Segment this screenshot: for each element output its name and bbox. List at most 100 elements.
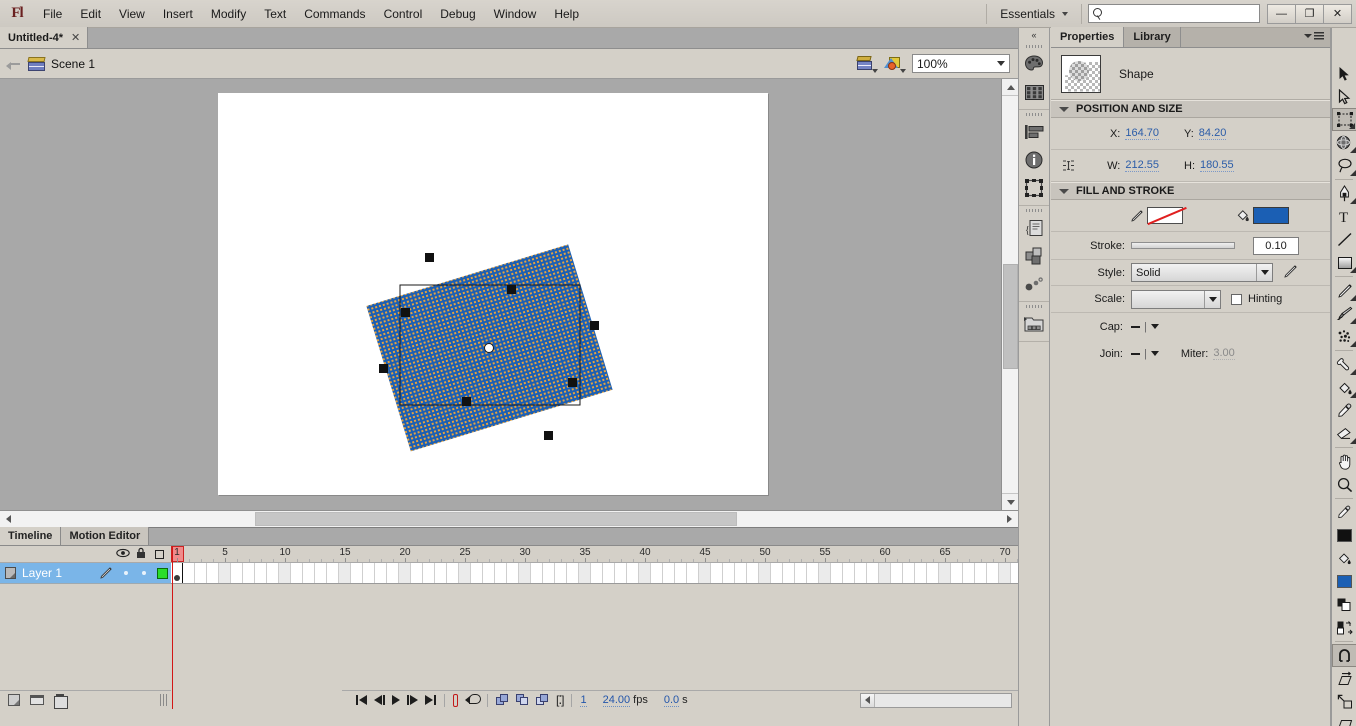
x-value[interactable]: 164.70 [1125,127,1159,140]
stroke-color-swatch[interactable] [1147,207,1183,224]
edit-symbols-icon[interactable] [884,55,906,73]
scroll-left-button[interactable] [0,511,17,527]
y-value[interactable]: 84.20 [1199,127,1227,140]
frame-cell[interactable] [543,563,555,584]
layer-outline-swatch[interactable] [153,568,171,579]
menu-view[interactable]: View [110,3,154,25]
frame-cell[interactable] [915,563,927,584]
stage-canvas[interactable] [218,93,768,495]
frame-cell[interactable] [795,563,807,584]
frame-cell[interactable] [399,563,411,584]
center-frame-icon[interactable] [453,694,458,707]
frame-cell[interactable] [459,563,471,584]
frame-cell[interactable] [699,563,711,584]
frame-cell[interactable] [471,563,483,584]
w-value[interactable]: 212.55 [1125,159,1159,172]
frames-empty-area[interactable] [171,585,1018,690]
hand-tool[interactable] [1332,450,1356,473]
scroll-right-button[interactable] [1001,511,1018,527]
free-transform-tool[interactable] [1332,108,1356,131]
stage-vertical-scrollbar[interactable] [1001,79,1018,510]
menu-file[interactable]: File [34,3,71,25]
snap-to-objects-option[interactable] [1332,644,1356,667]
brush-tool[interactable] [1332,302,1356,325]
frames-grid[interactable] [171,563,1018,584]
frame-cell[interactable] [963,563,975,584]
frame-cell[interactable] [951,563,963,584]
3d-rotation-tool[interactable] [1332,131,1356,154]
frame-cell[interactable] [627,563,639,584]
frame-cell[interactable] [615,563,627,584]
frame-cell[interactable] [999,563,1011,584]
frame-cell[interactable] [879,563,891,584]
stage-area[interactable] [0,79,1018,527]
restore-button[interactable]: ❐ [1295,4,1324,24]
vertical-scroll-thumb[interactable] [1003,264,1018,369]
frame-cell[interactable] [519,563,531,584]
frame-cell[interactable] [651,563,663,584]
distort-option[interactable] [1332,713,1356,726]
menu-help[interactable]: Help [545,3,588,25]
swap-colors-button[interactable] [1332,616,1356,639]
play-button[interactable] [392,695,400,705]
frame-cell[interactable] [435,563,447,584]
bone-tool[interactable] [1332,353,1356,376]
zoom-level-select[interactable]: 100% [912,54,1010,73]
color-palette-icon[interactable] [1019,50,1049,78]
loop-playback-icon[interactable] [465,694,479,706]
menu-control[interactable]: Control [375,3,432,25]
workspace-switcher[interactable]: Essentials [993,4,1075,24]
frame-cell[interactable] [579,563,591,584]
section-position-and-size[interactable]: POSITION AND SIZE [1051,100,1330,118]
frame-cell[interactable] [747,563,759,584]
scroll-up-button[interactable] [1002,79,1018,96]
dock-grip-icon[interactable] [1019,42,1049,50]
document-tab-untitled-4[interactable]: Untitled-4* ✕ [0,27,88,48]
cap-dropdown-icon[interactable] [1151,324,1159,329]
frame-cell[interactable] [279,563,291,584]
horizontal-scroll-thumb[interactable] [255,512,737,526]
frame-cell[interactable] [531,563,543,584]
menu-insert[interactable]: Insert [154,3,202,25]
hinting-checkbox[interactable] [1231,294,1242,305]
frame-cell[interactable] [759,563,771,584]
pen-tool[interactable] [1332,182,1356,205]
eye-icon[interactable] [114,548,132,561]
frame-cell[interactable] [903,563,915,584]
menu-debug[interactable]: Debug [431,3,484,25]
stroke-width-input[interactable]: 0.10 [1253,237,1299,255]
layer-visibility-toggle[interactable] [117,571,135,575]
panel-resize-grip[interactable] [160,694,167,706]
timeline-scroll-left-button[interactable] [861,694,875,707]
edit-stroke-style-icon[interactable] [1283,264,1298,282]
dock-grip-icon-2[interactable] [1019,110,1049,118]
frame-cell[interactable] [927,563,939,584]
frame-cell[interactable] [483,563,495,584]
frame-cell[interactable] [267,563,279,584]
onion-skin-outlines-icon[interactable] [516,694,529,706]
rotate-option[interactable] [1332,667,1356,690]
timeline-horizontal-scrollbar[interactable] [860,693,1012,708]
rectangle-tool[interactable] [1332,251,1356,274]
menu-modify[interactable]: Modify [202,3,255,25]
stroke-style-select[interactable]: Solid [1131,263,1273,282]
scroll-down-button[interactable] [1002,493,1018,510]
frame-cell[interactable] [423,563,435,584]
dock-grip-icon-3[interactable] [1019,206,1049,214]
tab-properties[interactable]: Properties [1051,27,1124,47]
code-snippets-icon[interactable]: { [1019,214,1049,242]
frame-cell[interactable] [219,563,231,584]
frame-cell[interactable] [807,563,819,584]
frame-cell[interactable] [975,563,987,584]
frame-cell[interactable] [243,563,255,584]
frame-cell[interactable] [195,563,207,584]
project-folder-icon[interactable] [1019,310,1049,338]
miter-value[interactable]: 3.00 [1213,347,1234,360]
frame-cell[interactable] [639,563,651,584]
new-layer-icon[interactable] [8,694,20,706]
frame-cell[interactable] [327,563,339,584]
stage-horizontal-scrollbar[interactable] [0,510,1018,527]
collapse-panels-button[interactable]: « [1019,28,1049,42]
close-icon[interactable]: ✕ [71,31,80,44]
minimize-button[interactable]: — [1267,4,1296,24]
